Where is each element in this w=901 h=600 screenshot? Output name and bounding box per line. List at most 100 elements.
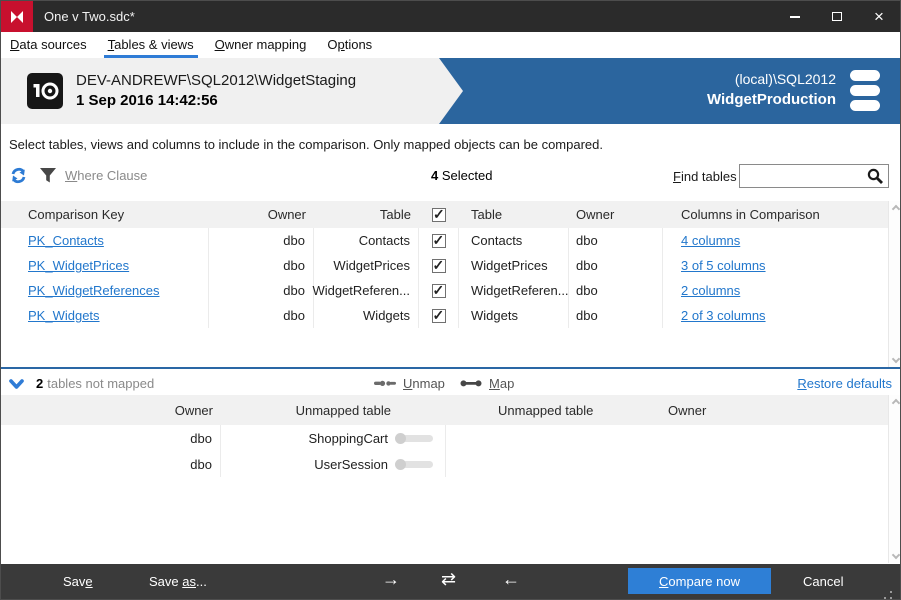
instruction-text: Select tables, views and columns to incl…	[9, 137, 603, 152]
owner-cell: dbo	[209, 303, 314, 328]
unmapped-table-name: UserSession	[314, 456, 388, 472]
header-owner-left: Owner	[174, 402, 213, 418]
row-checkbox[interactable]	[431, 307, 446, 324]
selected-count: 4 Selected	[431, 168, 493, 183]
map-handle-icon[interactable]	[395, 432, 433, 444]
tab-owner-mapping[interactable]: Owner mapping	[211, 32, 311, 58]
table-cell: WidgetReferen...	[459, 278, 569, 303]
source-timestamp: 1 Sep 2016 14:42:56	[76, 92, 218, 109]
save-button[interactable]: Save	[63, 574, 93, 589]
filter-button[interactable]	[39, 167, 57, 189]
owner-cell: dbo	[1, 425, 221, 451]
find-tables-box	[739, 164, 889, 188]
snapshot-icon	[27, 73, 63, 114]
owner-cell: dbo	[209, 278, 314, 303]
toolbar: Where Clause 4 Selected Find tables	[1, 159, 900, 193]
scroll-down-icon[interactable]	[891, 354, 900, 364]
unmapped-row: dbo UserSession	[1, 451, 888, 477]
comparison-key-link[interactable]: PK_WidgetReferences	[28, 283, 160, 298]
where-clause-link[interactable]: Where Clause	[65, 168, 147, 183]
owner-cell: dbo	[569, 228, 663, 253]
refresh-icon	[11, 167, 26, 184]
comparison-key-link[interactable]: PK_WidgetPrices	[28, 258, 129, 273]
close-icon: ×	[874, 7, 884, 26]
find-tables-input[interactable]	[744, 167, 862, 185]
table-cell: WidgetPrices	[314, 253, 419, 278]
owner-cell: dbo	[569, 278, 663, 303]
cancel-button[interactable]: Cancel	[803, 574, 843, 589]
window-title: One v Two.sdc*	[44, 9, 135, 24]
resize-grip[interactable]	[890, 591, 892, 593]
upper-scrollbar[interactable]	[888, 201, 900, 367]
header-owner-right: Owner	[668, 402, 707, 418]
owner-cell: dbo	[209, 253, 314, 278]
swap-arrows-icon[interactable]: ⇄	[441, 569, 456, 590]
map-button[interactable]: Map	[460, 376, 514, 391]
table-cell: Contacts	[314, 228, 419, 253]
map-icon	[460, 380, 482, 387]
table-cell: Widgets	[459, 303, 569, 328]
comparison-table-body: PK_Contacts dbo Contacts Contacts dbo 4 …	[1, 228, 888, 328]
tab-tables-and-views[interactable]: Tables & views	[103, 32, 198, 58]
columns-link[interactable]: 2 of 3 columns	[681, 308, 766, 323]
table-cell: Contacts	[459, 228, 569, 253]
comparison-key-link[interactable]: PK_Widgets	[28, 308, 100, 323]
map-handle-icon[interactable]	[395, 458, 433, 470]
save-as-button[interactable]: Save as...	[149, 574, 207, 589]
scroll-up-icon[interactable]	[891, 398, 900, 408]
table-row: PK_WidgetReferences dbo WidgetReferen...…	[1, 278, 888, 303]
map-left-arrow-icon[interactable]: ←	[502, 569, 520, 590]
columns-link[interactable]: 3 of 5 columns	[681, 258, 766, 273]
unmap-icon	[374, 380, 396, 386]
select-all-checkbox[interactable]	[432, 206, 446, 223]
owner-cell: dbo	[1, 451, 221, 477]
lower-scrollbar[interactable]	[888, 395, 900, 563]
minimize-icon	[790, 15, 800, 18]
unmapped-table-body: dbo ShoppingCart dbo UserSession	[1, 425, 888, 477]
app-window: One v Two.sdc* × Data sources Tables & v…	[0, 0, 901, 600]
find-tables-label: Find tables	[673, 169, 737, 184]
table-cell: WidgetReferen...	[312, 278, 419, 303]
title-bar: One v Two.sdc* ×	[1, 1, 900, 32]
close-button[interactable]: ×	[858, 1, 900, 32]
header-unmapped-right: Unmapped table	[498, 402, 594, 418]
filter-icon	[40, 168, 56, 183]
maximize-icon	[832, 12, 842, 21]
header-owner-left: Owner	[267, 207, 306, 222]
map-right-arrow-icon[interactable]: →	[382, 569, 400, 590]
source-info: DEV-ANDREWF\SQL2012\WidgetStaging 1 Sep …	[76, 72, 356, 109]
target-database: WidgetProduction	[706, 91, 836, 108]
tab-data-sources[interactable]: Data sources	[6, 32, 91, 58]
owner-cell: dbo	[209, 228, 314, 253]
tab-options[interactable]: Options	[323, 32, 376, 58]
database-icon	[848, 69, 882, 118]
header-unmapped-left: Unmapped table	[295, 402, 391, 418]
header-table-left: Table	[379, 207, 411, 222]
header-table-right: Table	[471, 207, 503, 222]
unmap-button[interactable]: Unmap	[374, 376, 445, 391]
minimize-button[interactable]	[774, 1, 816, 32]
unmapped-divider: 2 tables not mapped Unmap Map Restore def…	[1, 367, 900, 395]
restore-defaults-link[interactable]: Restore defaults	[797, 376, 892, 391]
columns-link[interactable]: 4 columns	[681, 233, 740, 248]
comparison-key-link[interactable]: PK_Contacts	[28, 233, 104, 248]
row-checkbox[interactable]	[431, 282, 446, 299]
source-server: DEV-ANDREWF\SQL2012\WidgetStaging	[76, 72, 357, 89]
scroll-down-icon[interactable]	[891, 550, 900, 560]
comparison-table-header: Comparison Key Owner Table Table Owner C…	[1, 201, 888, 228]
columns-link[interactable]: 2 columns	[681, 283, 740, 298]
owner-cell: dbo	[569, 253, 663, 278]
collapse-chevron-icon[interactable]	[9, 377, 24, 395]
row-checkbox[interactable]	[431, 257, 446, 274]
row-checkbox[interactable]	[431, 232, 446, 249]
search-icon[interactable]	[866, 167, 885, 191]
table-cell: Widgets	[314, 303, 419, 328]
maximize-button[interactable]	[816, 1, 858, 32]
data-compare-icon	[11, 10, 23, 23]
header-comparison-key: Comparison Key	[28, 207, 125, 222]
compare-now-button[interactable]: Compare now	[628, 568, 771, 594]
scroll-up-icon[interactable]	[891, 204, 900, 214]
header-owner-right: Owner	[576, 207, 615, 222]
refresh-button[interactable]	[9, 166, 28, 190]
tab-bar: Data sources Tables & views Owner mappin…	[1, 32, 900, 58]
